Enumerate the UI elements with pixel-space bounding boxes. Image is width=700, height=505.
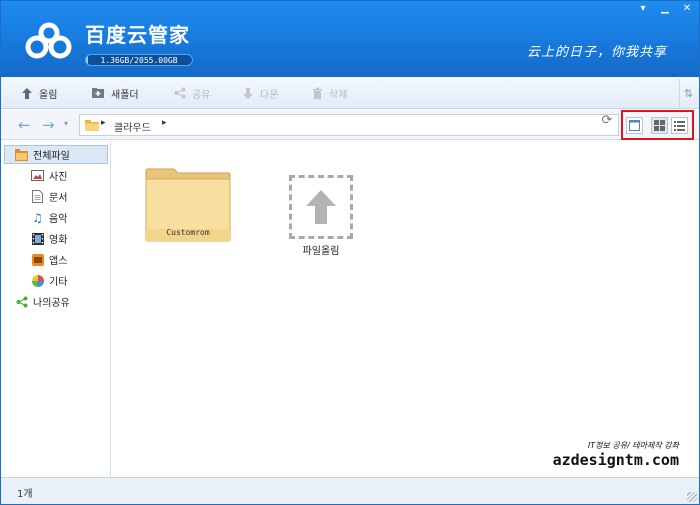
sidebar-item-all-files[interactable]: 전체파일 [4,145,108,164]
upload-label: 올림 [39,89,58,101]
view-mode-switcher [621,110,694,140]
watermark-url: azdesigntm.com [552,451,679,469]
forward-arrow-icon[interactable]: → [42,116,55,134]
share-icon [15,295,28,308]
baidu-cloud-logo-icon [25,22,72,59]
slogan-text: 云上的日子，你我共享 [527,45,668,60]
back-arrow-icon[interactable]: ← [18,116,31,134]
breadcrumb-separator-icon[interactable]: ▸ [101,118,106,128]
preview-view-button[interactable] [626,117,643,134]
dropdown-arrow-icon[interactable]: ▾ [637,3,649,14]
trash-icon [313,87,322,99]
minimize-icon[interactable]: ▁ [659,3,671,14]
breadcrumb-cloud[interactable]: 클라우드 [114,119,151,134]
title-bar[interactable]: 百度云管家 1.36GB/2055.00GB 云上的日子，你我共享 ▾ ▁ ✕ [1,1,699,77]
list-view-button[interactable] [671,117,688,134]
toolbar: 올림 새폴더 공유 다운 삭제 ⇅ [1,77,699,109]
status-bar: 1개 [1,477,699,504]
refresh-icon[interactable]: ⟳ [599,113,615,129]
app-title: 百度云管家 [85,23,190,47]
preview-pane-icon [629,120,640,131]
music-icon: ♫ [32,210,43,225]
share-label: 공유 [192,89,211,101]
delete-button[interactable]: 삭제 [312,85,347,101]
breadcrumb-separator-icon[interactable]: ▸ [162,118,167,128]
watermark: IT정보 공유/ 테마제작 강좌 azdesigntm.com [553,440,679,469]
delete-label: 삭제 [329,89,348,101]
window-controls: ▾ ▁ ✕ [637,3,693,14]
pie-icon [31,274,44,287]
file-view: Customrom 파일올림 IT정보 공유/ 테마제작 강좌 azdesign… [112,141,699,477]
share-button[interactable]: 공유 [174,85,210,101]
film-icon [31,232,44,245]
upload-dropzone[interactable] [289,175,353,239]
sidebar-item-other[interactable]: 기타 [1,271,110,290]
sidebar-item-photos[interactable]: 사진 [1,166,110,185]
new-folder-label: 새폴더 [111,89,139,101]
share-icon [174,87,186,99]
new-folder-icon [92,88,104,98]
folder-name: Customrom [166,228,210,237]
swap-arrows-icon: ⇅ [683,86,694,100]
storage-usage-bar: 1.36GB/2055.00GB [85,54,193,66]
list-view-icon [674,121,685,131]
path-breadcrumb[interactable]: ▸ 클라우드 ▸ [79,114,619,136]
panel-toggle-button[interactable]: ⇅ [679,79,697,107]
download-button[interactable]: 다운 [242,85,278,101]
history-dropdown-icon[interactable]: ▾ [64,119,68,128]
upload-label[interactable]: 파일올림 [286,242,356,257]
sidebar-item-music[interactable]: ♫ 음악 [1,208,110,227]
grid-view-icon [654,120,665,131]
photo-icon [31,169,44,182]
storage-usage-text: 1.36GB/2055.00GB [100,56,178,65]
sidebar-item-documents[interactable]: 문서 [1,187,110,206]
folder-icon [85,120,99,131]
item-count: 1개 [17,489,33,500]
sidebar: 전체파일 사진 문서 ♫ 음악 영화 앱스 기타 나의공유 [1,141,111,477]
arrow-down-icon [243,87,253,99]
resize-grip-icon[interactable] [687,492,697,502]
sidebar-item-apps[interactable]: 앱스 [1,250,110,269]
folder-customrom[interactable]: Customrom [144,167,232,243]
sidebar-item-movies[interactable]: 영화 [1,229,110,248]
upload-arrow-icon [306,190,336,224]
arrow-up-icon [22,87,32,99]
grid-view-button[interactable] [651,117,668,134]
close-icon[interactable]: ✕ [681,3,693,14]
document-icon [31,190,44,203]
watermark-tagline: IT정보 공유/ 테마제작 강좌 [587,441,679,450]
folder-icon [15,148,28,161]
new-folder-button[interactable]: 새폴더 [91,85,139,101]
address-bar: ← → ▾ ▸ 클라우드 ▸ ⟳ [1,110,699,140]
sidebar-item-my-share[interactable]: 나의공유 [1,292,110,311]
download-label: 다운 [260,89,279,101]
apps-icon [31,253,44,266]
upload-button[interactable]: 올림 [21,85,57,101]
app-window: 百度云管家 1.36GB/2055.00GB 云上的日子，你我共享 ▾ ▁ ✕ … [0,0,700,505]
